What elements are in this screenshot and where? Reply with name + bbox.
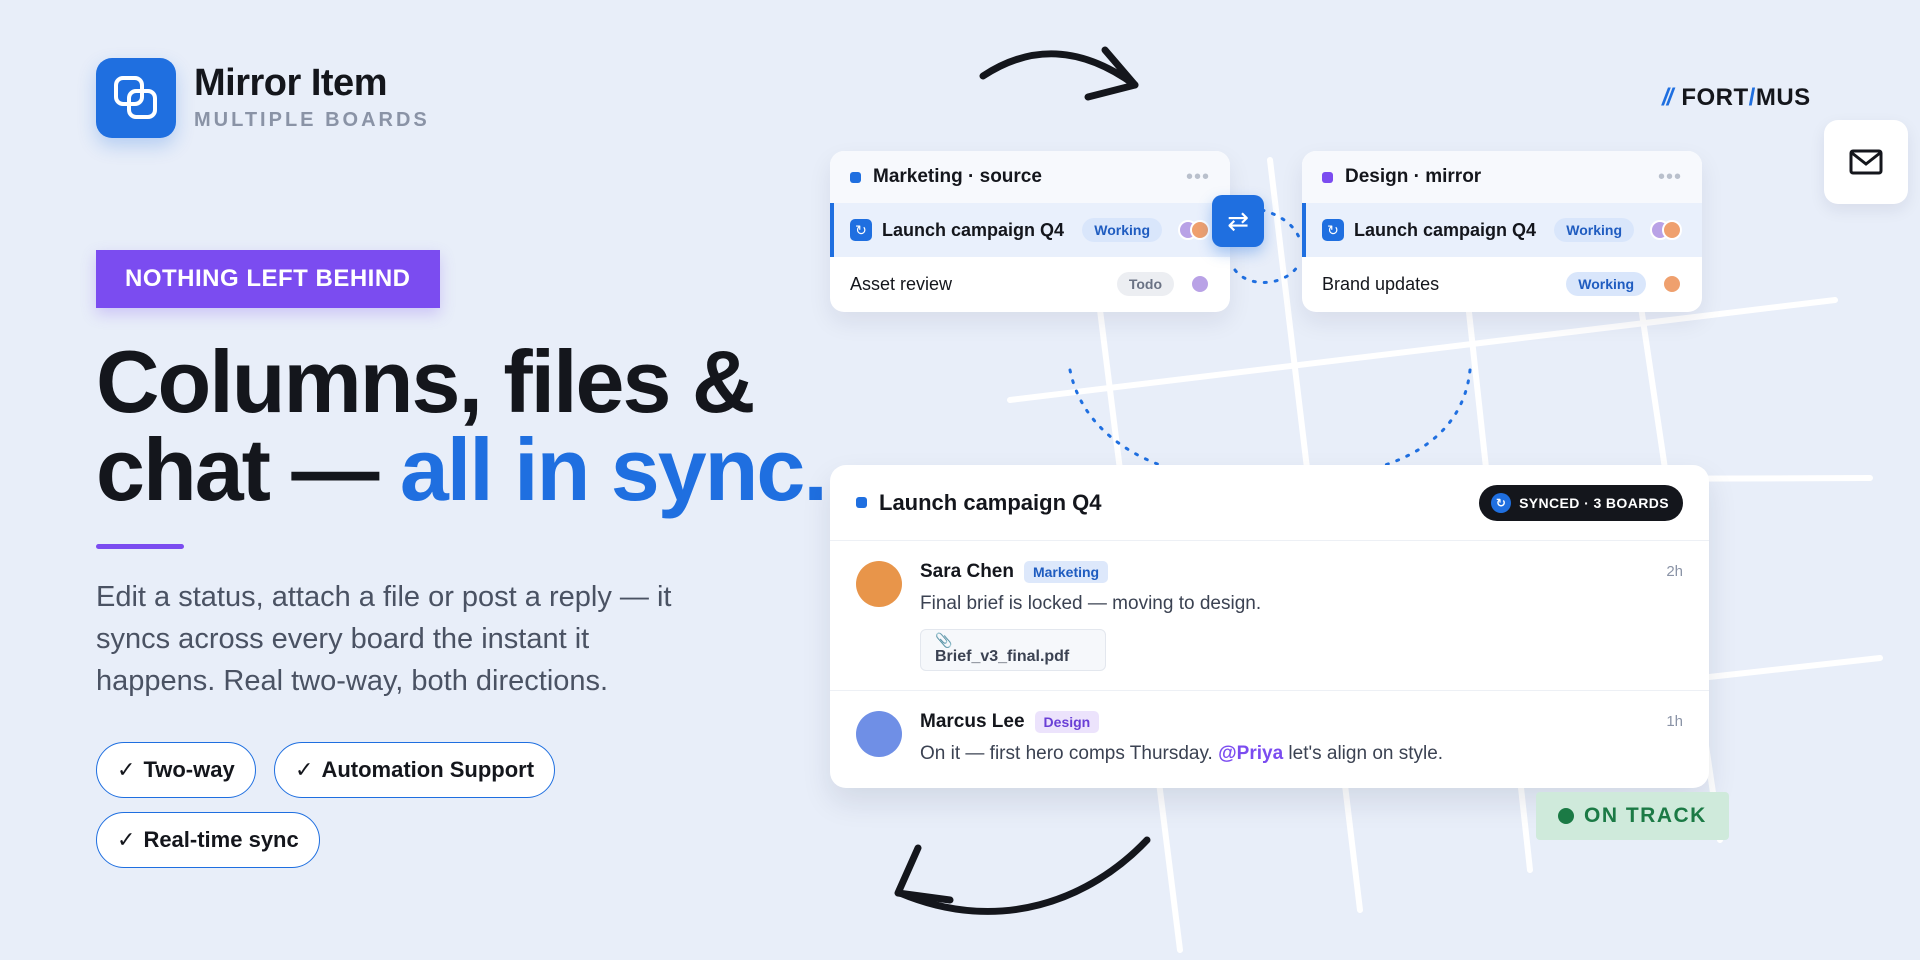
headline-line-2: chat — all in sync. [96,426,828,514]
board-header: Design · mirror ••• [1302,151,1702,203]
message-text: Final brief is locked — moving to design… [920,593,1262,614]
board-row[interactable]: Brand updates Working [1302,257,1702,311]
item-name: Launch campaign Q4 [1354,219,1537,240]
file-attachment[interactable]: 📎 Brief_v3_final.pdf [920,629,1106,671]
board-row[interactable]: ↻ Launch campaign Q4 Working [1302,203,1702,257]
item-chat-panel: Launch campaign Q4 ↻ SYNCED · 3 BOARDS S… [830,465,1709,788]
headline-line-1: Columns, files & [96,332,755,431]
lede-text: Edit a status, attach a file or post a r… [96,581,672,697]
board-title: Marketing · source [873,166,1042,187]
more-options-icon[interactable]: ••• [1186,166,1210,189]
message-text-after: let's align on style. [1288,743,1444,764]
board-row[interactable]: ↻ Launch campaign Q4 Working [830,203,1230,257]
assignee-avatars [1650,220,1682,240]
logo-part-2: MUS [1755,84,1811,111]
synced-badge: ↻ SYNCED · 3 BOARDS [1479,484,1683,521]
avatar [856,561,902,607]
item-name: Launch campaign Q4 [882,219,1065,240]
status-tag[interactable]: Working [1082,218,1162,242]
headline-plain: chat — [96,420,379,519]
pill-label: Two-way [143,757,235,782]
mirror-logo-icon [96,58,176,138]
message-text: On it — first hero comps Thursday. @Priy… [920,743,1683,765]
message-time: 2h [1666,563,1683,580]
item-color-dot [856,497,867,508]
app-subtitle: MULTIPLE BOARDS [194,109,430,132]
avatar [856,711,902,757]
user-mention[interactable]: @Priya [1218,743,1283,764]
status-tag[interactable]: Working [1566,272,1646,296]
board-row[interactable]: Asset review Todo [830,257,1230,311]
pill-label: Automation Support [321,757,535,782]
synced-label: SYNCED · 3 BOARDS [1519,494,1669,511]
sync-icon: ↻ [1491,492,1512,513]
eyebrow-badge: NOTHING LEFT BEHIND [96,250,440,308]
status-tag[interactable]: Working [1554,218,1634,242]
check-icon: ✓ [117,827,136,852]
item-name: Asset review [850,273,953,294]
logo-part-1: FORT [1681,84,1749,111]
board-color-dot [1322,171,1333,183]
avatar [1662,274,1682,294]
logo-slashes: // [1662,84,1673,111]
team-tag: Design [1034,711,1100,733]
chat-header: Launch campaign Q4 ↻ SYNCED · 3 BOARDS [830,465,1709,541]
brand-header: Mirror Item MULTIPLE BOARDS [96,58,430,138]
check-icon: ✓ [295,757,314,782]
fortmus-logo: // FORT / MUS [1662,84,1811,112]
divider [96,544,184,549]
status-badge: ON TRACK [1536,792,1729,840]
paperclip-icon: 📎 [935,632,953,648]
board-design-mirror: Design · mirror ••• ↻ Launch campaign Q4… [1302,151,1702,312]
sync-icon: ↻ [850,219,872,241]
avatar [1190,220,1210,240]
chat-message: Marcus Lee Design On it — first hero com… [830,690,1709,788]
status-dot-icon [1558,808,1574,824]
mail-button[interactable] [1824,120,1908,204]
feature-pill-two-way: ✓ Two-way [96,742,256,798]
status-tag[interactable]: Todo [1116,272,1174,296]
sync-icon: ↻ [1322,219,1344,241]
chat-message: Sara Chen Marketing Final brief is locke… [830,541,1709,690]
item-name: Brand updates [1322,273,1440,294]
headline-accent: all in sync. [399,420,828,519]
assignee-avatars [1190,274,1210,294]
app-title: Mirror Item [194,61,387,104]
mail-icon [1849,149,1883,175]
board-color-dot [850,171,861,183]
feature-pill-automation: ✓ Automation Support [274,742,556,798]
message-time: 1h [1666,713,1683,730]
attachment-name: Brief_v3_final.pdf [935,648,1070,665]
board-marketing-source: Marketing · source ••• ↻ Launch campaign… [830,151,1230,312]
message-text-before: On it — first hero comps Thursday. [920,743,1213,764]
team-tag: Marketing [1023,561,1109,583]
message-author: Sara Chen [920,561,1014,582]
more-options-icon[interactable]: ••• [1658,166,1682,189]
headline: Columns, files & chat — all in sync. [96,332,828,514]
avatar [1190,274,1210,294]
board-header: Marketing · source ••• [830,151,1230,203]
logo-mark: / [1748,84,1756,111]
feature-pill-realtime: ✓ Real-time sync [96,812,320,868]
assignee-avatars [1662,274,1682,294]
message-author: Marcus Lee [920,711,1025,732]
status-label: ON TRACK [1584,804,1707,827]
board-title: Design · mirror [1345,166,1482,187]
check-icon: ✓ [117,757,136,782]
avatar [1662,220,1682,240]
pill-label: Real-time sync [143,827,299,852]
chat-title: Launch campaign Q4 [879,489,1102,515]
assignee-avatars [1178,220,1210,240]
sync-button[interactable]: ⇄ [1212,195,1264,247]
